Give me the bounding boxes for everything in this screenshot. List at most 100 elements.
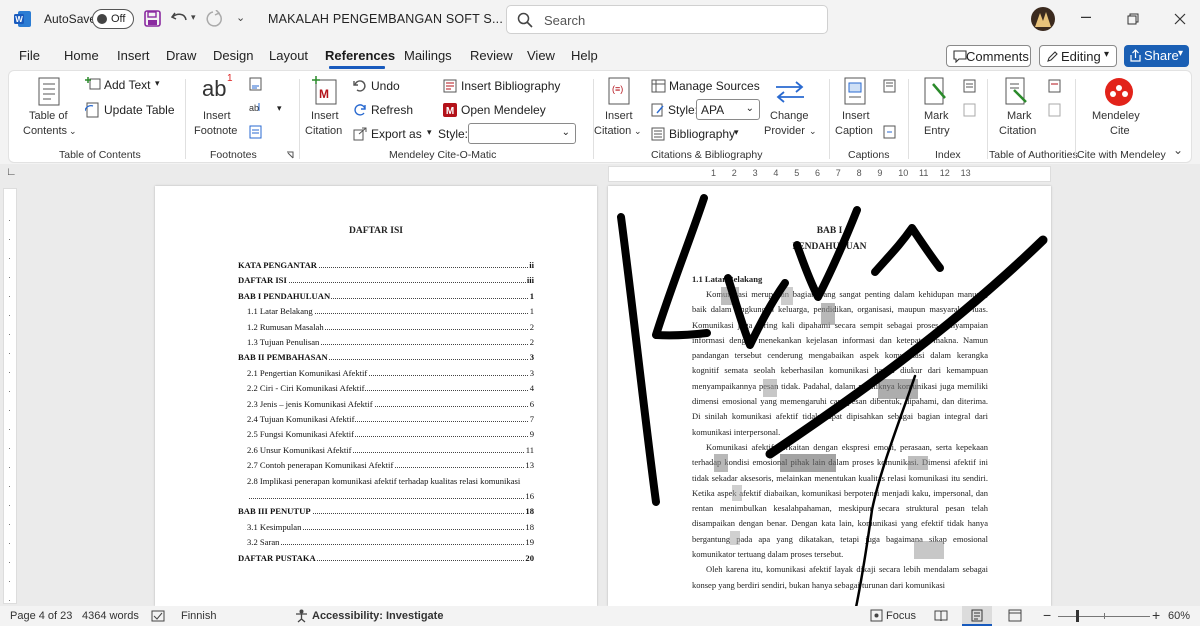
menu-file[interactable]: File	[19, 48, 40, 63]
mark-citation-line2[interactable]: Citation	[999, 124, 1036, 138]
menu-view[interactable]: View	[527, 48, 555, 63]
manage-sources-button[interactable]: Manage Sources	[669, 79, 760, 93]
avatar[interactable]	[1031, 7, 1055, 31]
toc-entry[interactable]: 2.5 Fungsi Komunikasi Afektif 9	[247, 428, 534, 442]
change-provider-line2[interactable]: Provider	[764, 124, 805, 138]
toc-entry[interactable]: 2.6 Unsur Komunikasi Afektif 11	[247, 443, 534, 457]
mendeley-style-select[interactable]: ⌄	[468, 123, 576, 144]
undo-dropdown-icon[interactable]: ▾	[191, 12, 196, 23]
page-table-of-contents[interactable]: DAFTAR ISI KATA PENGANTAR ii DAFTAR ISI iii…	[155, 186, 597, 606]
proofing-icon[interactable]	[151, 610, 165, 622]
menu-mailings[interactable]: Mailings	[404, 48, 452, 63]
mendeley-undo-button[interactable]: Undo	[371, 79, 400, 93]
mark-entry-icon[interactable]	[923, 76, 949, 106]
horizontal-ruler[interactable]	[608, 166, 1051, 182]
insert-table-of-authorities-icon[interactable]	[1048, 79, 1061, 93]
collapse-ribbon-icon[interactable]: ⌄	[1173, 143, 1183, 157]
zoom-slider[interactable]	[1058, 610, 1150, 622]
mark-citation-line1[interactable]: Mark	[1007, 109, 1031, 123]
toc-btn-line1[interactable]: Table of	[29, 109, 68, 123]
update-index-icon[interactable]	[963, 103, 976, 117]
search-box[interactable]: Search	[506, 5, 828, 34]
toc-entry[interactable]: KATA PENGANTAR ii	[238, 259, 534, 272]
share-button[interactable]: Share ▾	[1124, 45, 1189, 67]
mendeley-cite-icon[interactable]	[1104, 77, 1134, 107]
mendeley-insert-line2[interactable]: Citation	[305, 124, 342, 138]
language-label[interactable]: Finnish	[181, 610, 216, 622]
toc-entry[interactable]: 3.2 Saran 19	[247, 536, 534, 550]
insert-endnote-icon[interactable]	[249, 77, 263, 91]
insert-index-icon[interactable]	[963, 79, 976, 93]
toc-entry[interactable]: DAFTAR ISI iii	[238, 274, 534, 288]
mendeley-cite-line2[interactable]: Cite	[1110, 124, 1130, 138]
insert-citation-chevron-icon[interactable]: ⌄	[634, 124, 642, 138]
refresh-button[interactable]: Refresh	[371, 103, 413, 117]
undo-icon[interactable]	[171, 10, 189, 26]
redo-icon[interactable]	[204, 10, 222, 27]
change-provider-line1[interactable]: Change	[770, 109, 809, 123]
mark-entry-line2[interactable]: Entry	[924, 124, 950, 138]
toc-entry[interactable]: 2.1 Pengertian Komunikasi Afektif 3	[247, 366, 534, 380]
page-count[interactable]: Page 4 of 23	[10, 610, 72, 622]
insert-caption-icon[interactable]	[843, 76, 867, 106]
footnote-ab-icon[interactable]: ab	[202, 76, 226, 102]
print-layout-button[interactable]	[962, 606, 992, 626]
zoom-level[interactable]: 60%	[1168, 610, 1190, 622]
focus-icon[interactable]	[870, 609, 883, 622]
add-text-chevron-icon[interactable]: ▾	[155, 78, 160, 89]
toc-entry[interactable]: 1.1 Latar Belakang 1	[247, 305, 534, 319]
export-chevron-icon[interactable]: ▾	[427, 127, 432, 138]
menu-insert[interactable]: Insert	[117, 48, 150, 63]
open-mendeley-button[interactable]: Open Mendeley	[461, 103, 546, 117]
mark-citation-icon[interactable]	[1004, 76, 1030, 106]
toc-entry[interactable]: 2.8 Implikasi penerapan komunikasi afekt…	[247, 475, 534, 488]
zoom-in-icon[interactable]: +	[1152, 607, 1160, 623]
menu-draw[interactable]: Draw	[166, 48, 196, 63]
next-footnote-chevron-icon[interactable]: ▾	[277, 103, 282, 114]
save-icon[interactable]	[144, 10, 161, 27]
editing-mode-button[interactable]: Editing ▾	[1039, 45, 1117, 67]
menu-home[interactable]: Home	[64, 48, 99, 63]
footnote-settings-icon[interactable]	[286, 151, 294, 159]
menu-design[interactable]: Design	[213, 48, 253, 63]
bibliography-button[interactable]: Bibliography	[669, 127, 735, 141]
accessibility-status[interactable]: Accessibility: Investigate	[312, 610, 443, 622]
mendeley-cite-line1[interactable]: Mendeley	[1092, 109, 1140, 123]
toc-entry[interactable]: BAB I PENDAHULUAN 1	[238, 289, 534, 303]
toc-entry[interactable]: 2.7 Contoh penerapan Komunikasi Afektif 1…	[247, 459, 534, 473]
toc-entry[interactable]: BAB III PENUTUP 18	[238, 505, 534, 519]
menu-layout[interactable]: Layout	[269, 48, 308, 63]
menu-references[interactable]: References	[325, 48, 395, 63]
zoom-slider-thumb[interactable]	[1076, 610, 1079, 622]
toc-entry[interactable]: 1.3 Tujuan Penulisan 2	[247, 336, 534, 349]
accessibility-icon[interactable]	[295, 609, 308, 623]
focus-button[interactable]: Focus	[886, 610, 916, 622]
mark-entry-line1[interactable]: Mark	[924, 109, 948, 123]
comments-button[interactable]: Comments	[946, 45, 1031, 67]
toc-entry[interactable]: 2.3 Jenis – jenis Komunikasi Afektif 6	[247, 397, 534, 411]
menu-review[interactable]: Review	[470, 48, 513, 63]
web-layout-icon[interactable]	[1008, 609, 1022, 622]
toc-entry[interactable]: 1.2 Rumusan Masalah 2	[247, 320, 534, 334]
document-title[interactable]: MAKALAH PENGEMBANGAN SOFT S...	[268, 12, 503, 26]
tab-selector-icon[interactable]: ∟	[6, 166, 17, 178]
toc-entry[interactable]: DAFTAR PUSTAKA 20	[238, 551, 534, 565]
toc-entry[interactable]: 3.1 Kesimpulan 18	[247, 520, 534, 534]
change-provider-icon[interactable]	[774, 79, 806, 105]
show-notes-icon[interactable]	[249, 125, 263, 139]
toc-entry[interactable]: 2.4 Tujuan Komunikasi Afektif 7	[247, 413, 534, 426]
minimize-icon[interactable]: –	[1081, 6, 1091, 27]
update-table-of-authorities-icon[interactable]	[1048, 103, 1061, 117]
insert-table-of-figures-icon[interactable]	[883, 79, 896, 93]
add-text-button[interactable]: Add Text	[104, 78, 150, 92]
restore-icon[interactable]	[1127, 13, 1139, 25]
toc-entry[interactable]: BAB II PEMBAHASAN 3	[238, 351, 534, 365]
insert-caption-line1[interactable]: Insert	[842, 109, 870, 123]
page-chapter-one[interactable]: BAB I PENDAHULUAN 1.1 Latar Belakang Kom…	[608, 186, 1051, 606]
footnote-btn-line2[interactable]: Footnote	[194, 124, 237, 138]
autosave-toggle[interactable]: Off	[92, 9, 134, 29]
menu-help[interactable]: Help	[571, 48, 598, 63]
mendeley-insert-line1[interactable]: Insert	[311, 109, 339, 123]
change-provider-chevron-icon[interactable]: ⌄	[809, 124, 817, 138]
toc-entry[interactable]: 2.2 Ciri - Ciri Komunikasi Afektif 4	[247, 382, 534, 396]
